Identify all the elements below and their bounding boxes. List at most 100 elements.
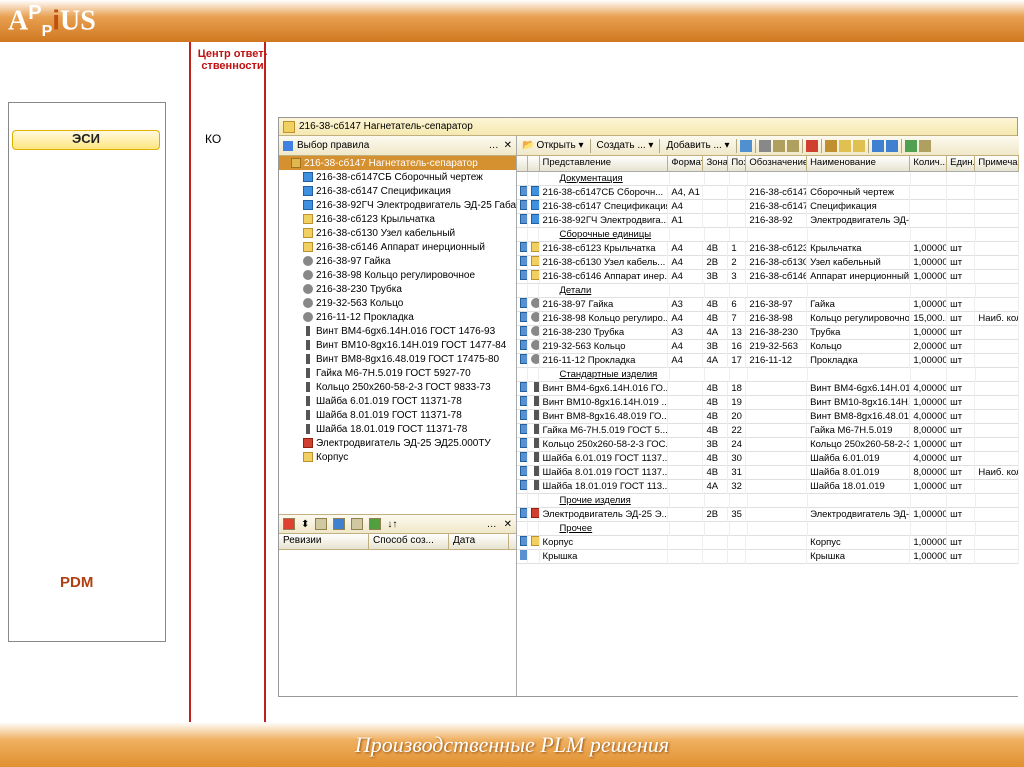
down-icon[interactable]	[886, 140, 898, 152]
tree-item[interactable]: Винт ВМ10-8gx16.14Н.019 ГОСТ 1477-84	[279, 338, 516, 352]
rule-selector-bar[interactable]: Выбор правила … ✕	[279, 136, 516, 156]
tree-item[interactable]: Электродвигатель ЭД-25 ЭД25.000ТУ	[279, 436, 516, 450]
grid-row[interactable]: 216-38-97 ГайкаА34В6216-38-97Гайка1,0000…	[517, 298, 1019, 312]
grid-section-header[interactable]: Детали	[517, 284, 1019, 298]
tree-item[interactable]: 216-38-сб147 Спецификация	[279, 184, 516, 198]
left-box	[8, 102, 166, 642]
copy-icon[interactable]	[773, 140, 785, 152]
save-icon[interactable]	[740, 140, 752, 152]
tree-item[interactable]: Корпус	[279, 450, 516, 464]
grid-row[interactable]: Винт ВМ4-6gx6.14Н.016 ГО...4В18Винт ВМ4-…	[517, 382, 1019, 396]
grid-row[interactable]: Кольцо 250х260-58-2-3 ГОС...3В24Кольцо 2…	[517, 438, 1019, 452]
tree-item[interactable]: 216-38-сб147 Нагнетатель-сепаратор	[279, 156, 516, 170]
grid-row[interactable]: КорпусКорпус1,00000шт	[517, 536, 1019, 550]
grid-row[interactable]: 216-38-сб130 Узел кабель...А42В2216-38-с…	[517, 256, 1019, 270]
grid-section-header[interactable]: Сборочные единицы	[517, 228, 1019, 242]
grid-row[interactable]: 216-38-сб123 КрыльчаткаА44В1216-38-сб123…	[517, 242, 1019, 256]
col-zone[interactable]: Зона	[703, 156, 728, 171]
tree-item[interactable]: 216-38-97 Гайка	[279, 254, 516, 268]
sort-icon[interactable]: ↓↑	[387, 519, 397, 530]
tree-item[interactable]: 216-38-сб147СБ Сборочный чертеж	[279, 170, 516, 184]
cut-icon[interactable]	[759, 140, 771, 152]
col-designation[interactable]: Обозначение	[746, 156, 807, 171]
tree-item[interactable]: 219-32-563 Кольцо	[279, 296, 516, 310]
col-pos[interactable]: Поз	[728, 156, 746, 171]
col-representation[interactable]: Представление	[540, 156, 669, 171]
col-note[interactable]: Примечание	[975, 156, 1019, 171]
col-qty[interactable]: Колич...	[910, 156, 947, 171]
create-button[interactable]: Создать ... ▾	[594, 139, 657, 152]
grid-row[interactable]: 216-38-сб146 Аппарат инер...А43В3216-38-…	[517, 270, 1019, 284]
grid-row[interactable]: 216-11-12 ПрокладкаА44А17216-11-12Прокла…	[517, 354, 1019, 368]
tree-item[interactable]: 216-38-сб130 Узел кабельный	[279, 226, 516, 240]
folder-icon[interactable]	[853, 140, 865, 152]
tool-icon[interactable]	[333, 518, 345, 530]
window-title-text: 216-38-сб147 Нагнетатель-сепаратор	[299, 121, 473, 132]
col-method[interactable]: Способ соз...	[369, 534, 449, 549]
paste-icon[interactable]	[787, 140, 799, 152]
tool-icon[interactable]: ⬍	[301, 519, 309, 530]
tool-icon[interactable]	[315, 518, 327, 530]
grid-row[interactable]: Электродвигатель ЭД-25 Э...2В35Электродв…	[517, 508, 1019, 522]
folder-icon[interactable]	[839, 140, 851, 152]
grid-row[interactable]: Винт ВМ8-8gx16.48.019 ГО...4В20Винт ВМ8-…	[517, 410, 1019, 424]
more-icon[interactable]: …	[489, 140, 500, 151]
tree-item[interactable]: Шайба 8.01.019 ГОСТ 11371-78	[279, 408, 516, 422]
tree-item[interactable]: Гайка М6-7Н.5.019 ГОСТ 5927-70	[279, 366, 516, 380]
col-unit[interactable]: Един...	[947, 156, 975, 171]
section-title: Прочее	[539, 522, 670, 536]
grid-row[interactable]: Шайба 8.01.019 ГОСТ 1137...4В31Шайба 8.0…	[517, 466, 1019, 480]
pin-icon	[303, 256, 313, 266]
grid-row[interactable]: 216-38-98 Кольцо регулиро...А44В7216-38-…	[517, 312, 1019, 326]
grid-row[interactable]: 219-32-563 КольцоА43В16219-32-563Кольцо2…	[517, 340, 1019, 354]
edit-icon[interactable]	[825, 140, 837, 152]
tree-view[interactable]: 216-38-сб147 Нагнетатель-сепаратор216-38…	[279, 156, 516, 514]
tool-icon[interactable]	[283, 518, 295, 530]
close-icon[interactable]: ✕	[504, 140, 512, 151]
grid-row[interactable]: Гайка М6-7Н.5.019 ГОСТ 5...4В22Гайка М6-…	[517, 424, 1019, 438]
grid-row[interactable]: 216-38-сб147 СпецификацияА4216-38-сб147С…	[517, 200, 1019, 214]
tree-item[interactable]: 216-38-92ГЧ Электродвигатель ЭД-25 Габар…	[279, 198, 516, 212]
add-button[interactable]: Добавить ... ▾	[663, 139, 732, 152]
esi-button[interactable]: ЭСИ	[12, 130, 160, 150]
refresh-icon[interactable]	[905, 140, 917, 152]
grid-row[interactable]: Шайба 6.01.019 ГОСТ 1137...4В30Шайба 6.0…	[517, 452, 1019, 466]
grid-row[interactable]: 216-38-сб147СБ Сборочн...А4, А1216-38-сб…	[517, 186, 1019, 200]
tree-item-label: 216-38-сб123 Крыльчатка	[316, 214, 435, 225]
more-icon[interactable]: …	[487, 519, 498, 530]
tree-item[interactable]: 216-38-сб146 Аппарат инерционный	[279, 240, 516, 254]
grid-row[interactable]: 216-38-92ГЧ Электродвига...А1216-38-92Эл…	[517, 214, 1019, 228]
tool-icon[interactable]	[369, 518, 381, 530]
red-icon	[531, 508, 539, 518]
col-format[interactable]: Формат	[668, 156, 703, 171]
close-icon[interactable]: ✕	[504, 519, 512, 530]
tool-icon[interactable]	[919, 140, 931, 152]
open-button[interactable]: 📂 Открыть ▾	[519, 139, 587, 152]
tree-item[interactable]: 216-38-98 Кольцо регулировочное	[279, 268, 516, 282]
tree-item[interactable]: Винт ВМ8-8gx16.48.019 ГОСТ 17475-80	[279, 352, 516, 366]
grid-section-header[interactable]: Документация	[517, 172, 1019, 186]
delete-icon[interactable]	[806, 140, 818, 152]
grid-section-header[interactable]: Стандартные изделия	[517, 368, 1019, 382]
col-icon[interactable]	[517, 156, 528, 171]
tree-item[interactable]: Кольцо 250x260-58-2-3 ГОСТ 9833-73	[279, 380, 516, 394]
tree-item[interactable]: Шайба 18.01.019 ГОСТ 11371-78	[279, 422, 516, 436]
tool-icon[interactable]	[351, 518, 363, 530]
tree-item[interactable]: 216-11-12 Прокладка	[279, 310, 516, 324]
col-date[interactable]: Дата	[449, 534, 509, 549]
grid-row[interactable]: КрышкаКрышка1,00000шт	[517, 550, 1019, 564]
grid-row[interactable]: Шайба 18.01.019 ГОСТ 113...4А32Шайба 18.…	[517, 480, 1019, 494]
col-icon2[interactable]	[528, 156, 539, 171]
col-revisions[interactable]: Ревизии	[279, 534, 369, 549]
tree-item[interactable]: 216-38-230 Трубка	[279, 282, 516, 296]
tree-item[interactable]: 216-38-сб123 Крыльчатка	[279, 212, 516, 226]
grid-row[interactable]: 216-38-230 ТрубкаА34А13216-38-230Трубка1…	[517, 326, 1019, 340]
grid-section-header[interactable]: Прочие изделия	[517, 494, 1019, 508]
data-grid[interactable]: Представление Формат Зона Поз Обозначени…	[517, 156, 1019, 696]
col-name[interactable]: Наименование	[807, 156, 910, 171]
up-icon[interactable]	[872, 140, 884, 152]
grid-section-header[interactable]: Прочее	[517, 522, 1019, 536]
grid-row[interactable]: Винт ВМ10-8gx16.14Н.019 ...4В19Винт ВМ10…	[517, 396, 1019, 410]
tree-item[interactable]: Винт ВМ4-6gx6.14Н.016 ГОСТ 1476-93	[279, 324, 516, 338]
tree-item[interactable]: Шайба 6.01.019 ГОСТ 11371-78	[279, 394, 516, 408]
